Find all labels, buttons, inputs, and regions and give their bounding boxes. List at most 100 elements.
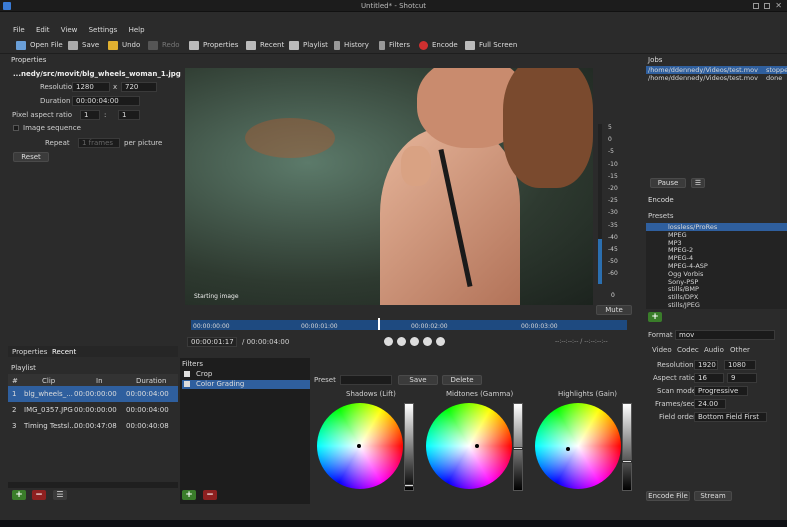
preset-item[interactable]: stills/DPX	[646, 293, 787, 301]
preset-delete-button[interactable]: Delete	[442, 375, 482, 385]
position-field[interactable]: 00:00:01:17	[187, 337, 237, 347]
skip-next-icon[interactable]	[436, 337, 445, 346]
left-tabbar: Properties Recent	[8, 346, 178, 357]
recent-button[interactable]: Recent	[246, 39, 284, 51]
image-sequence-checkbox[interactable]	[13, 125, 19, 131]
properties-button[interactable]: Properties	[189, 39, 238, 51]
filters-button[interactable]: Filters	[379, 39, 410, 51]
rewind-icon[interactable]	[397, 337, 406, 346]
maximize-icon[interactable]	[764, 3, 770, 9]
field-order-select[interactable]: Bottom Field First	[694, 412, 767, 422]
fast-forward-icon[interactable]	[423, 337, 432, 346]
highlights-wheel-cursor[interactable]	[566, 447, 570, 451]
col-clip[interactable]: Clip	[42, 377, 55, 385]
aspect-num-field[interactable]: 16	[694, 373, 724, 383]
tab-properties[interactable]: Properties	[12, 348, 47, 356]
save-button[interactable]: Save	[68, 39, 99, 51]
job-row[interactable]: /home/ddennedy/Videos/test.mov stopped	[646, 66, 787, 74]
duration-field[interactable]: 00:00:04:00	[72, 96, 140, 106]
encode-file-button[interactable]: Encode File	[646, 491, 690, 501]
history-button[interactable]: History	[334, 39, 369, 51]
aspect-den-field[interactable]: 9	[727, 373, 757, 383]
shadows-slider[interactable]	[404, 403, 414, 491]
table-row[interactable]: 1 blg_wheels_... 00:00:00:00 00:00:04:00	[8, 386, 178, 402]
preset-save-button[interactable]: Save	[398, 375, 438, 385]
redo-button[interactable]: Redo	[148, 39, 180, 51]
tab-recent[interactable]: Recent	[52, 348, 76, 356]
preset-item[interactable]: lossless/ProRes	[646, 223, 787, 231]
format-select[interactable]: mov	[675, 330, 775, 340]
midtones-color-wheel[interactable]	[426, 403, 512, 489]
slider-handle[interactable]	[404, 484, 414, 487]
playlist-menu-button[interactable]: ☰	[53, 490, 67, 500]
job-row[interactable]: /home/ddennedy/Videos/test.mov done	[646, 74, 787, 82]
menu-view[interactable]: View	[61, 26, 78, 34]
table-row[interactable]: 3 Timing Testsl... 00:00:47:08 00:00:40:…	[8, 418, 178, 434]
filter-color-grading[interactable]: Color Grading	[182, 380, 310, 389]
tab-video[interactable]: Video	[652, 346, 672, 354]
preset-item[interactable]: MPEG	[646, 231, 787, 239]
remove-clip-button[interactable]: −	[32, 490, 46, 500]
slider-handle[interactable]	[622, 460, 632, 463]
remove-filter-button[interactable]: −	[203, 490, 217, 500]
undo-button[interactable]: Undo	[108, 39, 140, 51]
add-preset-button[interactable]: +	[648, 312, 662, 322]
preset-item[interactable]: stills/JPEG	[646, 301, 787, 309]
preset-item[interactable]: MPEG-4-ASP	[646, 262, 787, 270]
add-filter-button[interactable]: +	[182, 490, 196, 500]
repeat-field[interactable]: 1 frames	[78, 138, 120, 148]
col-in[interactable]: In	[96, 377, 103, 385]
encode-height-field[interactable]: 1080	[724, 360, 756, 370]
playhead[interactable]	[378, 318, 380, 330]
add-clip-button[interactable]: +	[12, 490, 26, 500]
col-duration[interactable]: Duration	[136, 377, 166, 385]
scan-mode-select[interactable]: Progressive	[694, 386, 748, 396]
tab-other[interactable]: Other	[730, 346, 750, 354]
mute-button[interactable]: Mute	[596, 305, 632, 315]
preset-item[interactable]: Ogg Vorbis	[646, 270, 787, 278]
play-icon[interactable]	[410, 337, 419, 346]
tab-audio[interactable]: Audio	[704, 346, 724, 354]
close-icon[interactable]: ✕	[775, 1, 782, 10]
midtones-wheel-cursor[interactable]	[475, 444, 479, 448]
preset-item[interactable]: stills/BMP	[646, 285, 787, 293]
open-file-button[interactable]: Open File	[16, 39, 63, 51]
resolution-width-field[interactable]: 1280	[72, 82, 110, 92]
shadows-wheel-cursor[interactable]	[357, 444, 361, 448]
encode-button[interactable]: Encode	[419, 39, 458, 51]
par-num-field[interactable]: 1	[80, 110, 100, 120]
playlist-button[interactable]: Playlist	[289, 39, 328, 51]
preset-select[interactable]	[340, 375, 392, 385]
slider-handle[interactable]	[513, 447, 523, 450]
menu-settings[interactable]: Settings	[89, 26, 118, 34]
check-icon[interactable]	[184, 371, 190, 377]
resolution-height-field[interactable]: 720	[121, 82, 157, 92]
menu-edit[interactable]: Edit	[36, 26, 50, 34]
preset-item[interactable]: Sony-PSP	[646, 278, 787, 286]
preset-item[interactable]: MPEG-4	[646, 254, 787, 262]
preset-item[interactable]: MP3	[646, 239, 787, 247]
par-den-field[interactable]: 1	[118, 110, 140, 120]
timeline-ruler[interactable]: 00:00:00:00 00:00:01:00 00:00:02:00 00:0…	[191, 318, 627, 330]
check-icon[interactable]	[184, 381, 190, 387]
jobs-menu-button[interactable]: ☰	[691, 178, 705, 188]
col-number[interactable]: #	[12, 377, 18, 385]
table-row[interactable]: 2 IMG_0357.JPG 00:00:00:00 00:00:04:00	[8, 402, 178, 418]
minimize-icon[interactable]	[753, 3, 759, 9]
menu-file[interactable]: File	[13, 26, 25, 34]
reset-button[interactable]: Reset	[13, 152, 49, 162]
encode-width-field[interactable]: 1920	[694, 360, 718, 370]
preset-item[interactable]: MPEG-2	[646, 246, 787, 254]
tab-codec[interactable]: Codec	[677, 346, 699, 354]
skip-previous-icon[interactable]	[384, 337, 393, 346]
pause-button[interactable]: Pause	[650, 178, 686, 188]
highlights-color-wheel[interactable]	[535, 403, 621, 489]
fps-field[interactable]: 24.00	[694, 399, 726, 409]
video-viewer[interactable]: Starting image	[185, 68, 593, 305]
stream-button[interactable]: Stream	[694, 491, 732, 501]
menu-help[interactable]: Help	[129, 26, 145, 34]
highlights-slider[interactable]	[622, 403, 632, 491]
midtones-slider[interactable]	[513, 403, 523, 491]
fullscreen-button[interactable]: Full Screen	[465, 39, 517, 51]
playlist-scrollbar[interactable]	[8, 482, 178, 488]
